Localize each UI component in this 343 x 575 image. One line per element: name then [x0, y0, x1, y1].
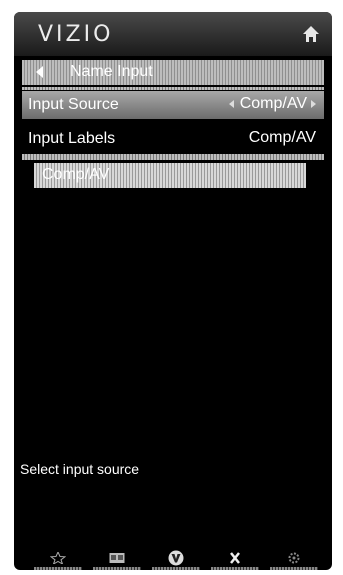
arrow-right-icon[interactable]	[311, 99, 316, 108]
page-title: Name Input	[70, 63, 153, 80]
breadcrumb[interactable]: Name Input	[22, 60, 324, 85]
name-entry-field[interactable]: Comp/AV	[34, 163, 306, 188]
vizio-logo: VIZIO	[38, 22, 114, 47]
divider	[22, 154, 324, 160]
divider	[22, 87, 324, 90]
footer-bar	[14, 548, 332, 570]
arrow-left-icon[interactable]	[228, 99, 234, 108]
name-entry-value: Comp/AV	[42, 166, 110, 183]
vizio-v-icon[interactable]	[168, 550, 184, 566]
gear-icon[interactable]	[286, 552, 302, 564]
closed-caption-icon[interactable]	[109, 552, 125, 564]
menu-item-input-source[interactable]: Input Source Comp/AV	[22, 91, 324, 119]
footer-underline	[211, 567, 259, 570]
footer-underline	[270, 567, 318, 570]
back-arrow-icon[interactable]	[36, 66, 43, 78]
input-source-label: Input Source	[28, 96, 119, 113]
footer-underline	[93, 567, 141, 570]
help-text: Select input source	[20, 461, 140, 477]
menu-header: VIZIO	[14, 12, 332, 56]
star-icon[interactable]	[50, 552, 66, 564]
footer-underline	[152, 567, 200, 570]
input-source-value: Comp/AV	[239, 95, 307, 112]
home-icon[interactable]	[302, 25, 320, 43]
close-x-icon[interactable]	[227, 552, 243, 564]
input-labels-value: Comp/AV	[248, 129, 316, 146]
menu-item-input-labels[interactable]: Input Labels Comp/AV	[22, 125, 324, 153]
input-labels-label: Input Labels	[28, 130, 116, 147]
input-source-selector[interactable]: Comp/AV	[228, 95, 316, 113]
footer-underline	[34, 567, 82, 570]
tv-menu-screen: VIZIO Name Input Input Source Comp/AV In…	[14, 12, 332, 570]
